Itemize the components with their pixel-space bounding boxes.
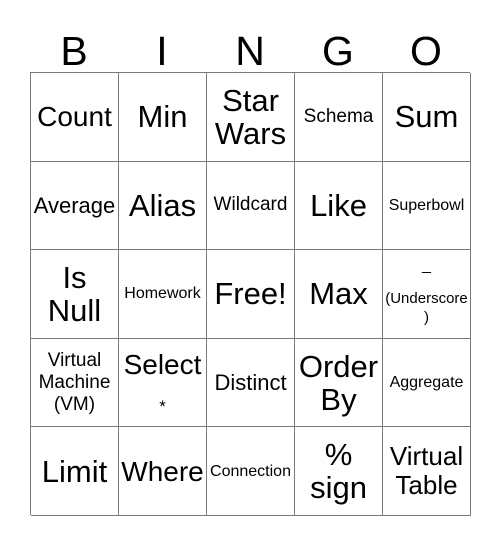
bingo-cell-underscore-wrap: _ (Underscore) bbox=[384, 250, 469, 338]
bingo-cell-label: Homework bbox=[124, 285, 201, 303]
bingo-cell-b3[interactable]: Is Null bbox=[31, 250, 119, 339]
bingo-cell-n2[interactable]: Wildcard bbox=[207, 161, 295, 251]
bingo-cell-label: Min bbox=[137, 99, 188, 135]
bingo-cell-label: Is Null bbox=[47, 259, 102, 328]
bingo-cell-o5[interactable]: Virtual Table bbox=[383, 427, 471, 516]
bingo-header-letter-n: N bbox=[235, 28, 265, 74]
bingo-header-letter-g: G bbox=[322, 28, 354, 74]
bingo-cell-g4[interactable]: Order By bbox=[295, 338, 383, 428]
bingo-cell-g1[interactable]: Schema bbox=[295, 73, 383, 162]
bingo-cell-label: Limit bbox=[41, 453, 108, 489]
bingo-cell-free-space[interactable]: Free! bbox=[207, 250, 295, 339]
bingo-cell-g2[interactable]: Like bbox=[295, 161, 383, 251]
bingo-cell-label: Order By bbox=[298, 348, 379, 417]
bingo-cell-n5[interactable]: Connection bbox=[207, 427, 295, 516]
bingo-cell-label: Average bbox=[33, 192, 116, 218]
bingo-cell-o2[interactable]: Superbowl bbox=[383, 161, 471, 251]
bingo-header-letter-o: O bbox=[410, 28, 442, 74]
bingo-cell-label: Alias bbox=[128, 187, 197, 223]
bingo-grid: Count Min Star Wars Schema Sum Average A… bbox=[30, 72, 471, 516]
bingo-cell-label: Max bbox=[309, 276, 368, 312]
bingo-cell-i2[interactable]: Alias bbox=[119, 161, 207, 251]
bingo-cell-select-wrap: Select * bbox=[120, 339, 205, 427]
bingo-cell-label: (Underscore) bbox=[385, 289, 468, 326]
bingo-cell-label: Aggregate bbox=[389, 374, 464, 392]
bingo-cell-label: Superbowl bbox=[388, 196, 465, 214]
bingo-cell-label-sub: * bbox=[159, 396, 166, 416]
bingo-cell-label: Wildcard bbox=[213, 194, 288, 216]
bingo-cell-b4[interactable]: Virtual Machine (VM) bbox=[31, 338, 119, 428]
bingo-cell-label: Select bbox=[123, 348, 202, 380]
bingo-cell-o3[interactable]: _ (Underscore) bbox=[383, 250, 471, 339]
bingo-cell-g5[interactable]: % sign bbox=[295, 427, 383, 516]
bingo-cell-label: Sum bbox=[394, 99, 459, 135]
bingo-header-letter-i: I bbox=[156, 28, 168, 74]
bingo-cell-g3[interactable]: Max bbox=[295, 250, 383, 339]
bingo-cell-o1[interactable]: Sum bbox=[383, 73, 471, 162]
bingo-cell-i5[interactable]: Where bbox=[119, 427, 207, 516]
bingo-cell-label: Virtual Table bbox=[389, 441, 464, 501]
bingo-cell-i1[interactable]: Min bbox=[119, 73, 207, 162]
bingo-card: B I N G O Count Min Star Wars Schema Sum… bbox=[0, 0, 500, 544]
bingo-cell-b5[interactable]: Limit bbox=[31, 427, 119, 516]
underscore-glyph: _ bbox=[422, 256, 431, 274]
bingo-cell-label: Distinct bbox=[214, 370, 287, 396]
bingo-cell-n1[interactable]: Star Wars bbox=[207, 73, 295, 162]
bingo-cell-label: Star Wars bbox=[214, 82, 287, 151]
bingo-cell-b2[interactable]: Average bbox=[31, 161, 119, 251]
bingo-cell-b1[interactable]: Count bbox=[31, 73, 119, 162]
bingo-cell-o4[interactable]: Aggregate bbox=[383, 338, 471, 428]
bingo-cell-label: Connection bbox=[210, 462, 291, 480]
bingo-cell-i3[interactable]: Homework bbox=[119, 250, 207, 339]
bingo-header-letter-b: B bbox=[60, 28, 88, 74]
bingo-cell-label: Where bbox=[121, 455, 204, 487]
bingo-cell-label: Virtual Machine (VM) bbox=[38, 349, 111, 415]
bingo-cell-label: Free! bbox=[214, 276, 287, 312]
bingo-cell-i4[interactable]: Select * bbox=[119, 338, 207, 428]
bingo-header-row: B I N G O bbox=[30, 18, 470, 72]
bingo-cell-label: Schema bbox=[303, 105, 374, 127]
bingo-cell-label: Like bbox=[310, 187, 367, 223]
bingo-cell-label: % sign bbox=[310, 437, 367, 506]
bingo-cell-n4[interactable]: Distinct bbox=[207, 338, 295, 428]
bingo-cell-label: Count bbox=[37, 101, 112, 133]
